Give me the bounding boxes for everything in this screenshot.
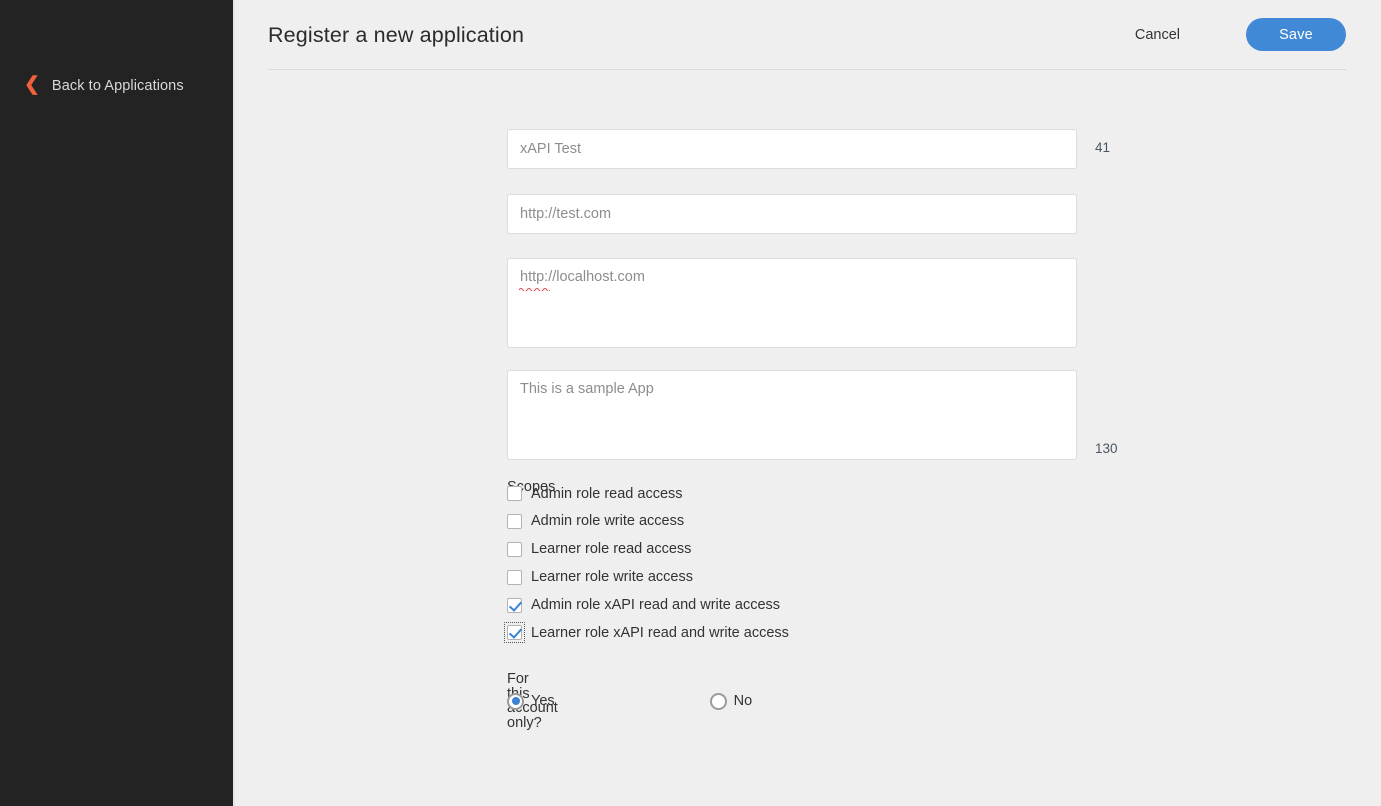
scopes-list: Admin role read access Admin role write …: [507, 480, 789, 647]
url-input[interactable]: [507, 194, 1077, 234]
scope-label: Admin role xAPI read and write access: [531, 598, 780, 613]
scope-item-learner-xapi[interactable]: Learner role xAPI read and write access: [507, 619, 789, 647]
scope-label: Admin role write access: [531, 514, 684, 529]
radio-item-no[interactable]: No: [710, 693, 753, 710]
radio-no[interactable]: [710, 693, 727, 710]
scope-item-admin-xapi[interactable]: Admin role xAPI read and write access: [507, 591, 789, 619]
application-name-control: 41: [507, 129, 1077, 169]
checkbox-admin-read[interactable]: [507, 486, 522, 501]
description-counter: 130: [1095, 441, 1118, 456]
radio-yes[interactable]: [507, 693, 524, 710]
account-only-radio-group: Yes No: [507, 693, 752, 710]
focus-ring: [504, 622, 525, 643]
description-input[interactable]: [507, 370, 1077, 460]
radio-label: Yes: [531, 694, 555, 709]
field-redirect-domains: Redirect Domains: [507, 258, 1077, 348]
cancel-button[interactable]: Cancel: [1125, 21, 1190, 49]
field-scopes: Scopes Admin role read access Admin role…: [507, 480, 789, 647]
scope-label: Admin role read access: [531, 487, 683, 502]
field-application-name: Application Name 41: [507, 129, 1077, 169]
page-header: Register a new application Cancel Save: [268, 0, 1346, 70]
header-actions: Cancel Save: [1125, 18, 1346, 51]
description-label: Description: [235, 370, 507, 385]
application-name-counter: 41: [1095, 140, 1110, 155]
checkbox-admin-write[interactable]: [507, 514, 522, 529]
radio-item-yes[interactable]: Yes: [507, 693, 555, 710]
checkbox-learner-read[interactable]: [507, 542, 522, 557]
checkbox-learner-write[interactable]: [507, 570, 522, 585]
scopes-label: Scopes: [235, 480, 507, 495]
checkbox-learner-xapi[interactable]: [507, 625, 522, 640]
sidebar: ❮ Back to Applications: [0, 0, 233, 806]
url-control: [507, 194, 1077, 234]
main-content: Register a new application Cancel Save A…: [233, 0, 1381, 806]
account-only-label: For this account only?: [235, 672, 507, 730]
url-label: URL: [235, 194, 507, 209]
scope-label: Learner role xAPI read and write access: [531, 626, 789, 641]
scope-item-learner-read[interactable]: Learner role read access: [507, 536, 789, 564]
description-control: 130: [507, 370, 1077, 460]
field-account-only: For this account only? Yes No: [507, 672, 752, 730]
back-to-applications-link[interactable]: ❮ Back to Applications: [24, 76, 184, 95]
field-description: Description 130: [507, 370, 1077, 460]
page-title: Register a new application: [268, 21, 1125, 48]
application-name-input[interactable]: [507, 129, 1077, 169]
back-to-applications-label: Back to Applications: [52, 78, 184, 94]
scope-item-admin-write[interactable]: Admin role write access: [507, 508, 789, 536]
redirect-domains-control: [507, 258, 1077, 348]
scope-item-learner-write[interactable]: Learner role write access: [507, 563, 789, 591]
scope-item-admin-read[interactable]: Admin role read access: [507, 480, 789, 508]
radio-label: No: [734, 694, 753, 709]
checkbox-admin-xapi[interactable]: [507, 598, 522, 613]
chevron-left-icon: ❮: [24, 75, 40, 94]
scope-label: Learner role read access: [531, 542, 691, 557]
redirect-domains-input[interactable]: [507, 258, 1077, 348]
app-root: ❮ Back to Applications Register a new ap…: [0, 0, 1381, 806]
save-button[interactable]: Save: [1246, 18, 1346, 51]
field-url: URL: [507, 194, 1077, 234]
redirect-domains-label: Redirect Domains: [235, 258, 507, 287]
scope-label: Learner role write access: [531, 570, 693, 585]
application-name-label: Application Name: [235, 129, 507, 158]
